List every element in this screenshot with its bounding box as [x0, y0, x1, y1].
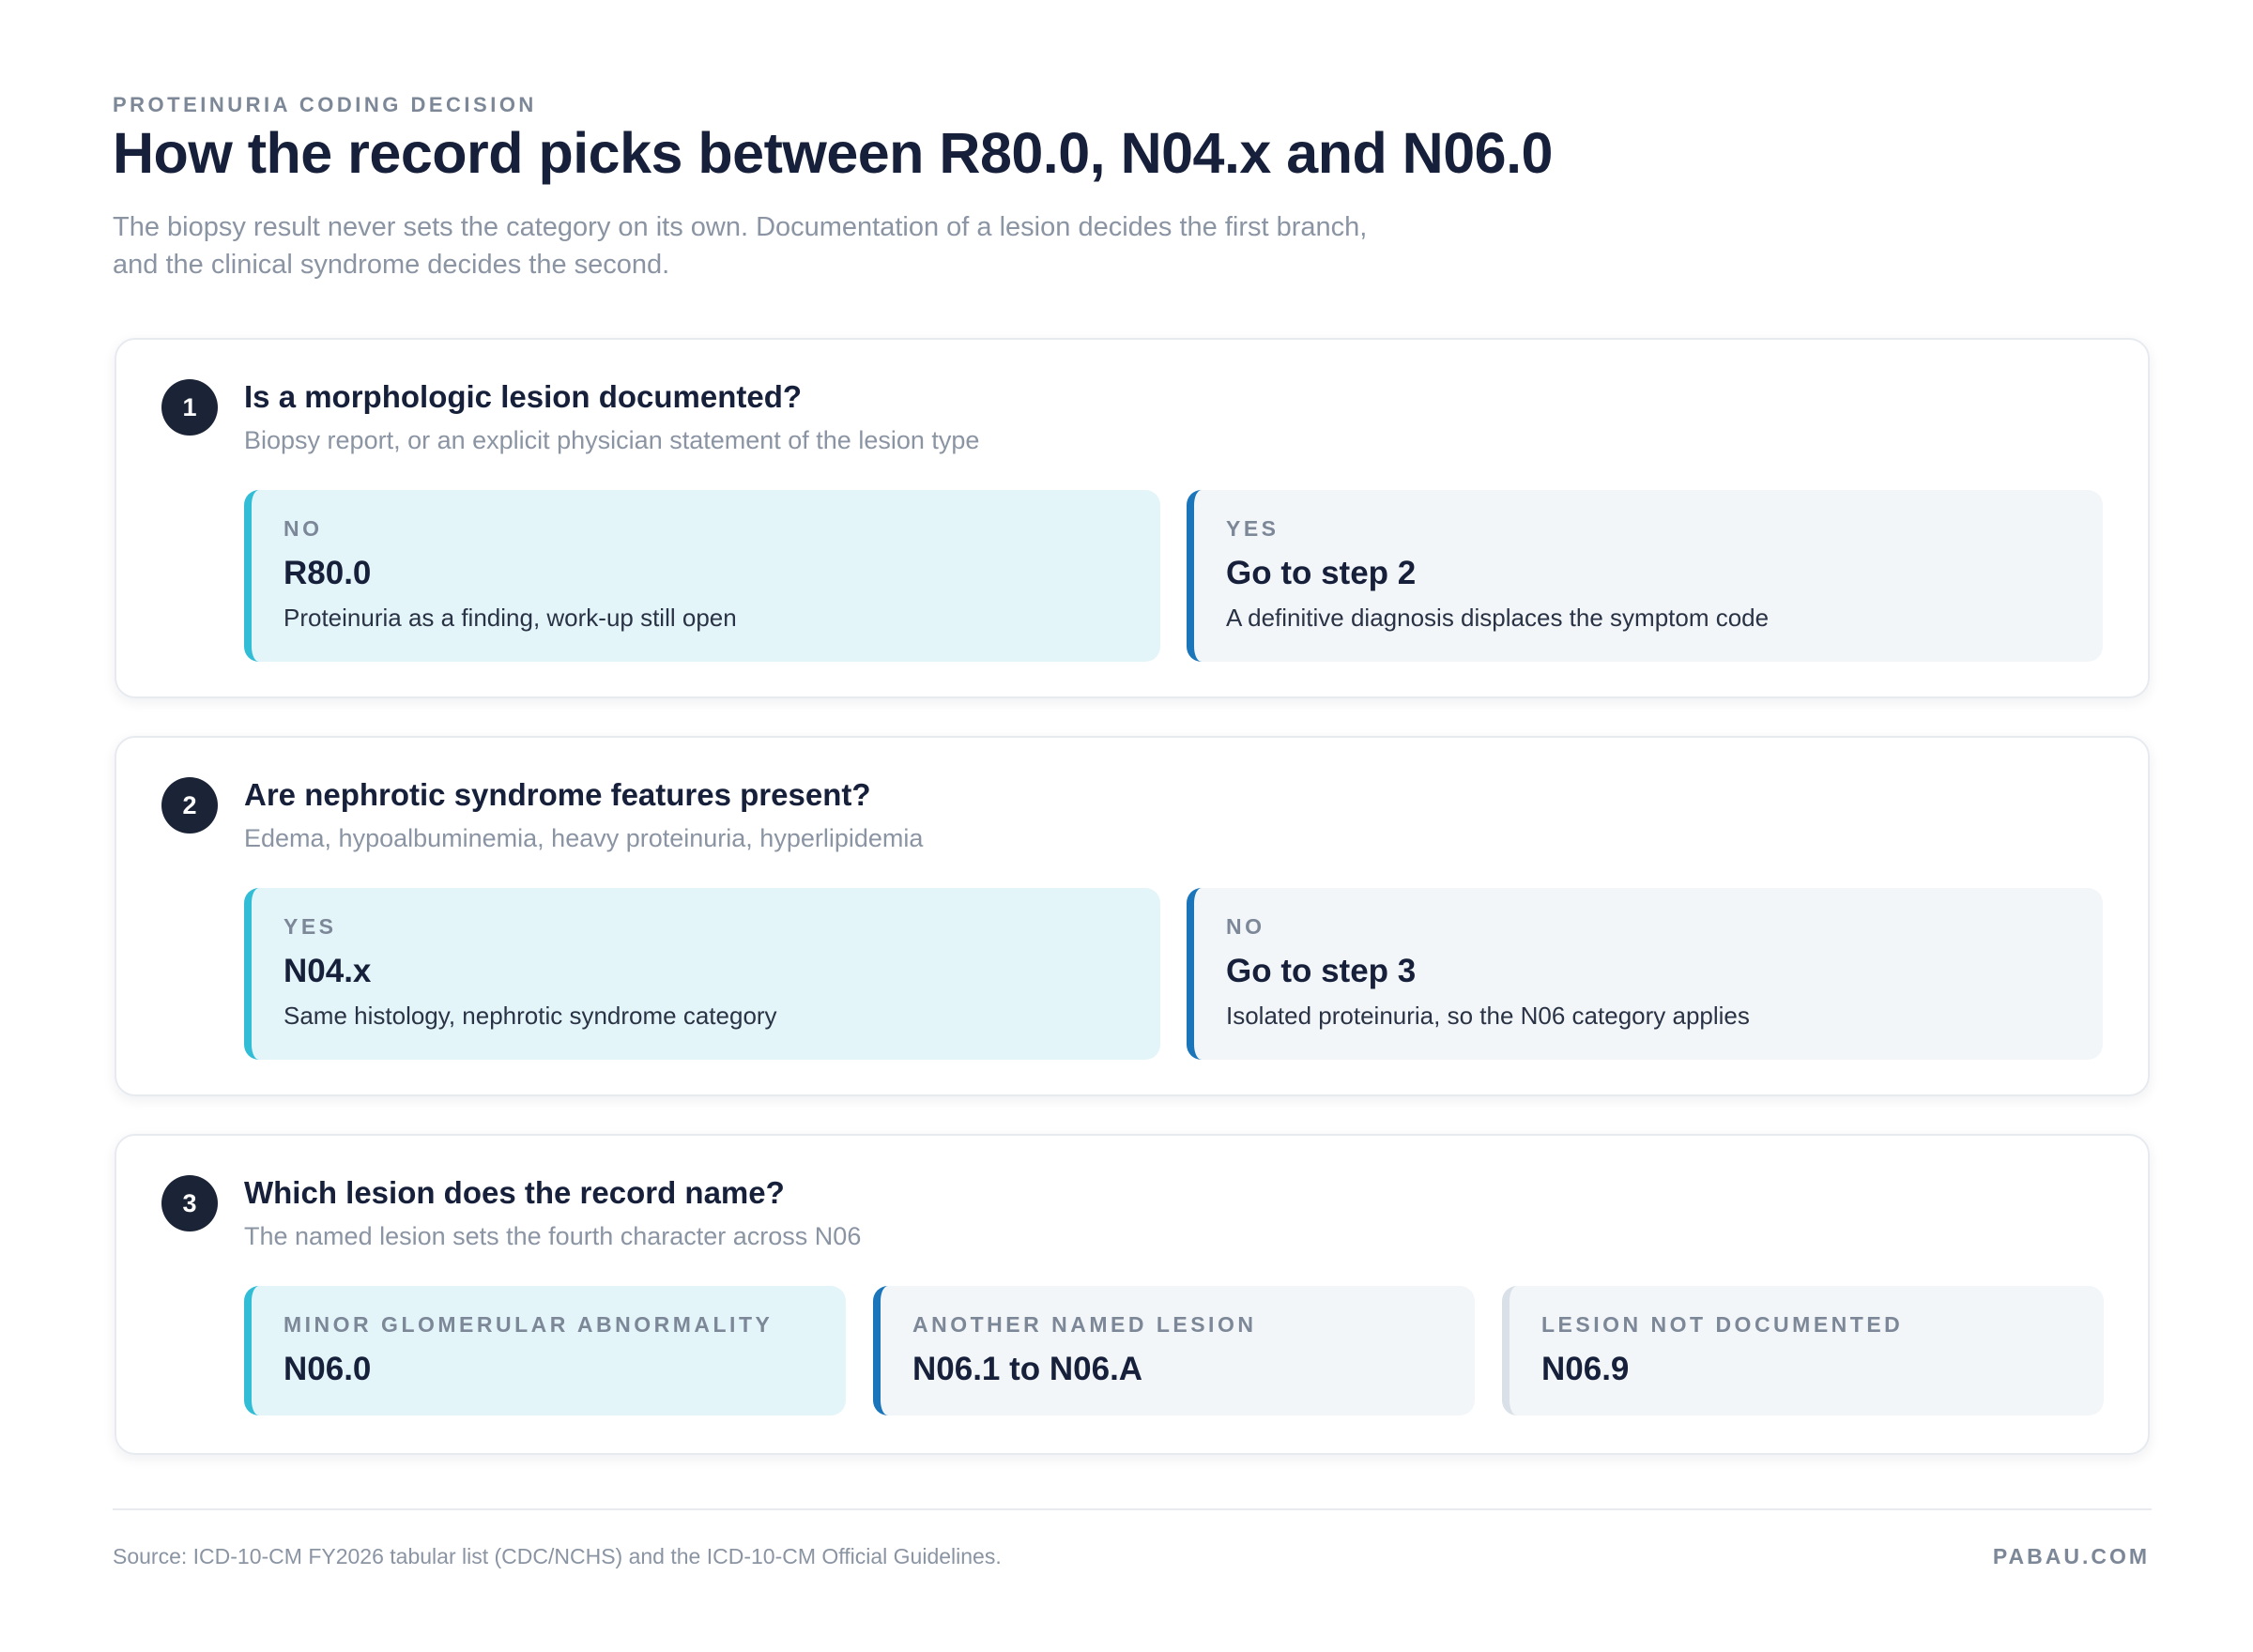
option-another-lesion: ANOTHER NAMED LESION N06.1 to N06.A — [873, 1286, 1475, 1415]
option-code: Go to step 2 — [1226, 555, 1417, 591]
step-number-badge: 3 — [161, 1175, 218, 1231]
page-subtitle: The biopsy result never sets the categor… — [113, 208, 1464, 283]
option-no-r80: NO R80.0 Proteinuria as a finding, work-… — [244, 490, 1160, 662]
option-minor-glomerular: MINOR GLOMERULAR ABNORMALITY N06.0 — [244, 1286, 846, 1415]
subtitle-line-2: and the clinical syndrome decides the se… — [113, 250, 670, 280]
option-lesion-not-documented: LESION NOT DOCUMENTED N06.9 — [1502, 1286, 2104, 1415]
option-code: N04.x — [284, 953, 372, 989]
option-code: R80.0 — [284, 555, 372, 591]
source-note: Source: ICD-10-CM FY2026 tabular list (C… — [113, 1544, 1002, 1568]
option-yes-step2: YES Go to step 2 A definitive diagnosis … — [1187, 490, 2103, 662]
step-question: Is a morphologic lesion documented? — [244, 379, 803, 414]
page-title: How the record picks between R80.0, N04.… — [113, 121, 1553, 185]
option-description: Isolated proteinuria, so the N06 categor… — [1226, 1002, 1750, 1030]
step-question: Which lesion does the record name? — [244, 1175, 785, 1210]
step-hint: Biopsy report, or an explicit physician … — [244, 426, 980, 454]
option-code: Go to step 3 — [1226, 953, 1417, 989]
option-description: A definitive diagnosis displaces the sym… — [1226, 604, 1770, 632]
step-card-1: 1 Is a morphologic lesion documented? Bi… — [115, 338, 2150, 698]
subtitle-line-1: The biopsy result never sets the categor… — [113, 212, 1368, 242]
step-hint: The named lesion sets the fourth charact… — [244, 1222, 862, 1250]
option-label: YES — [1226, 516, 1280, 541]
option-label: NO — [1226, 914, 1265, 939]
option-description: Proteinuria as a finding, work-up still … — [284, 604, 737, 632]
option-description: Same histology, nephrotic syndrome categ… — [284, 1002, 777, 1030]
option-label: LESION NOT DOCUMENTED — [1541, 1312, 1904, 1337]
brand-logo-text[interactable]: PABAU.COM — [1993, 1544, 2150, 1569]
option-yes-n04: YES N04.x Same histology, nephrotic synd… — [244, 888, 1160, 1060]
step-number-badge: 1 — [161, 379, 218, 436]
option-code: N06.9 — [1541, 1351, 1630, 1387]
option-label: NO — [284, 516, 323, 541]
step-question: Are nephrotic syndrome features present? — [244, 777, 871, 812]
eyebrow-label: PROTEINURIA CODING DECISION — [113, 93, 537, 116]
option-label: MINOR GLOMERULAR ABNORMALITY — [284, 1312, 774, 1337]
step-card-2: 2 Are nephrotic syndrome features presen… — [115, 736, 2150, 1096]
option-code: N06.1 to N06.A — [912, 1351, 1143, 1387]
option-label: ANOTHER NAMED LESION — [912, 1312, 1257, 1337]
footer-divider — [113, 1508, 2152, 1510]
step-hint: Edema, hypoalbuminemia, heavy proteinuri… — [244, 824, 924, 852]
step-card-3: 3 Which lesion does the record name? The… — [115, 1134, 2150, 1455]
option-label: YES — [284, 914, 337, 939]
option-no-step3: NO Go to step 3 Isolated proteinuria, so… — [1187, 888, 2103, 1060]
option-code: N06.0 — [284, 1351, 372, 1387]
step-number-badge: 2 — [161, 777, 218, 834]
